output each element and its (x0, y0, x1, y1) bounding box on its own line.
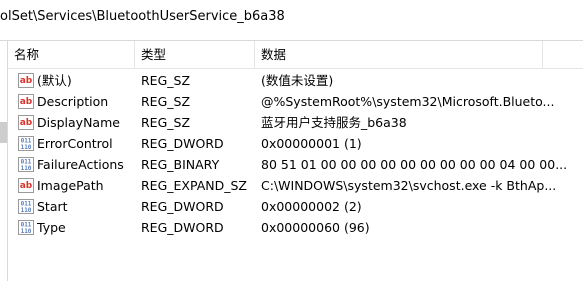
string-value-icon: ab (18, 73, 34, 88)
address-path[interactable]: olSet\Services\BluetoothUserService_b6a3… (0, 9, 285, 24)
svg-text:110: 110 (21, 207, 32, 214)
svg-text:ab: ab (20, 181, 33, 191)
value-name: (默认) (37, 73, 72, 88)
svg-text:110: 110 (21, 144, 32, 151)
svg-text:110: 110 (21, 165, 32, 172)
registry-value-row[interactable]: 011 110 ErrorControl REG_DWORD 0x00000001 (1… (8, 133, 583, 154)
binary-value-icon: 011110 (18, 220, 34, 235)
value-name: Start (37, 199, 68, 214)
list-header: 名称 类型 数据 (8, 41, 583, 69)
binary-value-icon: 011110 (18, 136, 34, 151)
column-header-type[interactable]: 类型 (135, 41, 255, 69)
value-data: 80 51 01 00 00 00 00 00 00 00 00 00 04 0… (261, 157, 568, 172)
value-data: 0x00000060 (96) (261, 220, 370, 235)
value-type: REG_SZ (141, 73, 191, 88)
column-header-data[interactable]: 数据 (255, 41, 543, 69)
value-type: REG_EXPAND_SZ (141, 178, 247, 193)
registry-value-row[interactable]: ab Description REG_SZ @%SystemRoot%\system3… (8, 91, 583, 112)
value-type: REG_DWORD (141, 199, 224, 214)
value-type: REG_BINARY (141, 157, 220, 172)
value-name: Description (37, 94, 109, 109)
string-value-icon: ab (18, 115, 34, 130)
registry-value-row[interactable]: 011 110 Start REG_DWORD 0x00000002 (2) (8, 196, 583, 217)
svg-text:ab: ab (20, 97, 33, 107)
binary-value-icon: 011110 (18, 157, 34, 172)
svg-text:ab: ab (20, 76, 33, 86)
tree-pane-edge[interactable] (0, 41, 8, 281)
value-type: REG_SZ (141, 94, 191, 109)
svg-text:ab: ab (20, 118, 33, 128)
svg-text:110: 110 (21, 228, 32, 235)
registry-value-row[interactable]: ab (默认) REG_SZ (数值未设置) (8, 70, 583, 91)
value-name: DisplayName (37, 115, 120, 130)
value-data: 0x00000002 (2) (261, 199, 362, 214)
value-data: @%SystemRoot%\system32\Microsoft.Blueto.… (261, 94, 555, 109)
value-data: (数值未设置) (261, 73, 334, 88)
value-data: C:\WINDOWS\system32\svchost.exe -k BthAp… (261, 178, 557, 193)
registry-value-row[interactable]: ab ImagePath REG_EXPAND_SZ C:\WINDOWS\syste… (8, 175, 583, 196)
value-data: 蓝牙用户支持服务_b6a38 (261, 115, 407, 130)
value-data: 0x00000001 (1) (261, 136, 362, 151)
value-name: ErrorControl (37, 136, 113, 151)
address-bar[interactable]: olSet\Services\BluetoothUserService_b6a3… (0, 0, 583, 41)
values-list[interactable]: 名称 类型 数据 ab (默认) REG_SZ (数值未设置) ab Descriptio… (8, 41, 583, 281)
binary-value-icon: 011110 (18, 199, 34, 214)
registry-value-row[interactable]: 011 110 Type REG_DWORD 0x00000060 (96) (8, 217, 583, 238)
registry-value-row[interactable]: 011 110 FailureActions REG_BINARY 80 51 01 0… (8, 154, 583, 175)
column-header-name[interactable]: 名称 (8, 41, 135, 69)
registry-editor-view: olSet\Services\BluetoothUserService_b6a3… (0, 0, 583, 281)
value-name: FailureActions (37, 157, 124, 172)
registry-value-row[interactable]: ab DisplayName REG_SZ 蓝牙用户支持服务_b6a38 (8, 112, 583, 133)
value-type: REG_DWORD (141, 220, 224, 235)
value-name: Type (37, 220, 66, 235)
value-name: ImagePath (37, 178, 104, 193)
value-type: REG_SZ (141, 115, 191, 130)
value-type: REG_DWORD (141, 136, 224, 151)
string-value-icon: ab (18, 94, 34, 109)
string-value-icon: ab (18, 178, 34, 193)
tree-scrollbar-thumb[interactable] (0, 122, 7, 143)
